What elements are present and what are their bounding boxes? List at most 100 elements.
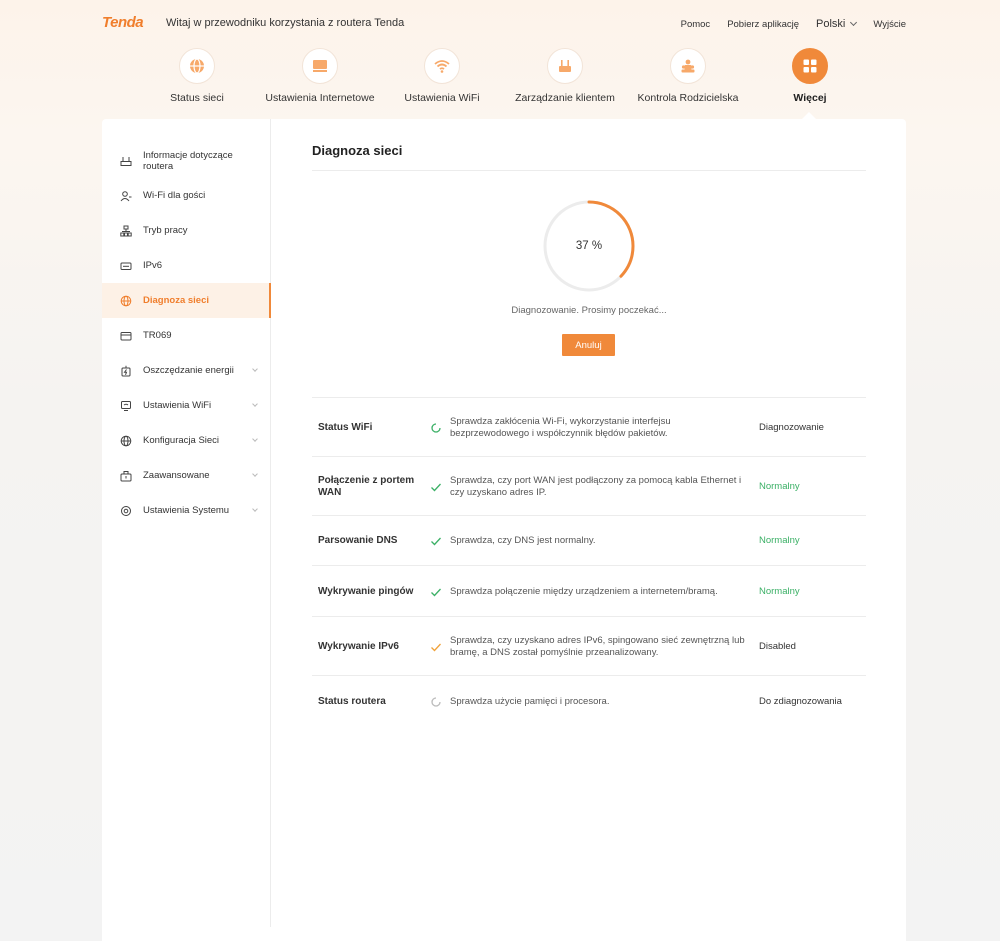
toolbox-icon xyxy=(120,470,132,482)
globe-icon xyxy=(120,295,132,307)
nav-label: Ustawienia Internetowe xyxy=(265,92,375,104)
nav-item-wifi-settings[interactable]: Ustawienia WiFi xyxy=(391,48,493,104)
table-row: Status routera Sprawdza użycie pamięci i… xyxy=(312,675,866,727)
check-status: Normalny xyxy=(759,586,800,597)
sidebar-item-label: Zaawansowane xyxy=(143,470,210,481)
sidebar-item-label: Diagnoza sieci xyxy=(143,295,209,306)
topology-icon xyxy=(120,225,132,237)
welcome-text: Witaj w przewodniku korzystania z router… xyxy=(166,17,405,29)
nav-label: Ustawienia WiFi xyxy=(404,92,480,104)
network-icon xyxy=(120,435,132,447)
nav-label: Zarządzanie klientem xyxy=(515,92,615,104)
check-name: Status routera xyxy=(318,696,386,707)
divider xyxy=(312,170,866,171)
nav-item-parental-control[interactable]: Kontrola Rodzicielska xyxy=(633,48,743,104)
sidebar-item-energy-saving[interactable]: Oszczędzanie energii xyxy=(102,353,271,388)
wifi-icon xyxy=(424,48,460,84)
sidebar-item-wifi-settings[interactable]: Ustawienia WiFi xyxy=(102,388,271,423)
check-description: Sprawdza, czy port WAN jest podłączony z… xyxy=(450,475,742,498)
diagnosis-status-text: Diagnozowanie. Prosimy poczekać... xyxy=(511,305,667,316)
router-info-icon xyxy=(120,155,132,167)
download-app-link[interactable]: Pobierz aplikację xyxy=(727,19,799,30)
chevron-down-icon xyxy=(252,471,258,477)
check-description: Sprawdza użycie pamięci i procesora. xyxy=(450,696,610,707)
help-link[interactable]: Pomoc xyxy=(681,19,711,30)
nav-item-internet-settings[interactable]: Ustawienia Internetowe xyxy=(260,48,380,104)
nav-label: Status sieci xyxy=(170,92,224,104)
sidebar-item-network-diagnosis[interactable]: Diagnoza sieci xyxy=(102,283,271,318)
check-name: Parsowanie DNS xyxy=(318,535,398,546)
top-bar: Tenda Witaj w przewodniku korzystania z … xyxy=(0,0,1000,48)
router-icon xyxy=(547,48,583,84)
check-name: Status WiFi xyxy=(318,422,373,433)
sidebar-item-label: Ustawienia Systemu xyxy=(143,505,230,516)
loading-icon xyxy=(431,423,441,433)
sidebar-item-tr069[interactable]: TR069 xyxy=(102,318,271,353)
card-icon xyxy=(120,330,132,342)
table-row: Połączenie z portem WAN Sprawdza, czy po… xyxy=(312,456,866,515)
check-description: Sprawdza, czy uzyskano adres IPv6, sping… xyxy=(450,635,745,658)
gear-icon xyxy=(120,505,132,517)
sidebar: Informacje dotyczące routera Wi-Fi dla g… xyxy=(102,119,271,927)
guest-icon xyxy=(120,190,132,202)
globe-icon xyxy=(179,48,215,84)
table-row: Wykrywanie pingów Sprawdza połączenie mi… xyxy=(312,565,866,616)
ipv6-icon xyxy=(120,260,132,272)
check-description: Sprawdza połączenie między urządzeniem a… xyxy=(450,586,718,597)
cancel-button[interactable]: Anuluj xyxy=(562,334,615,356)
top-links: Pomoc Pobierz aplikację Polski Wyjście xyxy=(664,18,906,30)
family-icon xyxy=(670,48,706,84)
check-status: Diagnozowanie xyxy=(759,422,824,433)
check-status: Do zdiagnozowania xyxy=(759,696,842,707)
sidebar-item-label: Konfiguracja Sieci xyxy=(143,435,220,446)
active-nav-pointer xyxy=(802,112,816,119)
sidebar-item-ipv6[interactable]: IPv6 xyxy=(102,248,271,283)
check-name: Wykrywanie IPv6 xyxy=(318,641,399,652)
sidebar-item-label: Wi-Fi dla gości xyxy=(143,190,206,201)
main-panel: Informacje dotyczące routera Wi-Fi dla g… xyxy=(102,119,906,941)
sidebar-item-system-settings[interactable]: Ustawienia Systemu xyxy=(102,493,271,528)
main-nav: Status sieci Ustawienia Internetowe Usta… xyxy=(0,48,1000,118)
check-description: Sprawdza, czy DNS jest normalny. xyxy=(450,535,596,546)
sidebar-item-label: Informacje dotyczące routera xyxy=(143,150,233,172)
table-row: Status WiFi Sprawdza zakłócenia Wi-Fi, w… xyxy=(312,397,866,456)
wifi-settings-icon xyxy=(120,400,132,412)
energy-icon xyxy=(120,365,132,377)
chevron-down-icon xyxy=(252,436,258,442)
sidebar-item-label: TR069 xyxy=(143,330,172,341)
table-row: Wykrywanie IPv6 Sprawdza, czy uzyskano a… xyxy=(312,616,866,675)
chevron-down-icon xyxy=(252,506,258,512)
chevron-down-icon xyxy=(850,18,858,27)
logout-link[interactable]: Wyjście xyxy=(873,19,906,30)
nav-item-more[interactable]: Więcej xyxy=(770,48,850,104)
language-label: Polski xyxy=(816,18,846,30)
sidebar-item-label: Oszczędzanie energii xyxy=(143,365,234,376)
check-status: Disabled xyxy=(759,641,796,652)
tenda-logo[interactable]: Tenda xyxy=(102,14,144,31)
page-title: Diagnoza sieci xyxy=(312,143,403,158)
check-icon xyxy=(431,537,441,546)
grid-icon xyxy=(792,48,828,84)
table-row: Parsowanie DNS Sprawdza, czy DNS jest no… xyxy=(312,515,866,565)
progress-percent: 37 % xyxy=(575,240,603,252)
nav-label: Więcej xyxy=(793,92,827,104)
check-status: Normalny xyxy=(759,535,800,546)
check-status: Normalny xyxy=(759,481,800,492)
nav-item-network-status[interactable]: Status sieci xyxy=(147,48,247,104)
sidebar-item-label: Ustawienia WiFi xyxy=(143,400,212,411)
check-icon xyxy=(431,588,441,597)
sidebar-item-label: IPv6 xyxy=(143,260,163,271)
pending-icon xyxy=(431,697,441,707)
sidebar-item-advanced[interactable]: Zaawansowane xyxy=(102,458,271,493)
check-name: Połączenie z portem WAN xyxy=(318,475,415,498)
nav-label: Kontrola Rodzicielska xyxy=(637,92,739,104)
chevron-down-icon xyxy=(252,401,258,407)
warning-check-icon xyxy=(431,643,441,652)
language-select[interactable]: Polski xyxy=(816,18,858,30)
sidebar-item-network-config[interactable]: Konfiguracja Sieci xyxy=(102,423,271,458)
sidebar-item-router-info[interactable]: Informacje dotyczące routera xyxy=(102,143,271,179)
sidebar-item-guest-wifi[interactable]: Wi-Fi dla gości xyxy=(102,178,271,213)
check-description: Sprawdza zakłócenia Wi-Fi, wykorzystanie… xyxy=(450,416,671,439)
nav-item-client-management[interactable]: Zarządzanie klientem xyxy=(510,48,620,104)
sidebar-item-work-mode[interactable]: Tryb pracy xyxy=(102,213,271,248)
